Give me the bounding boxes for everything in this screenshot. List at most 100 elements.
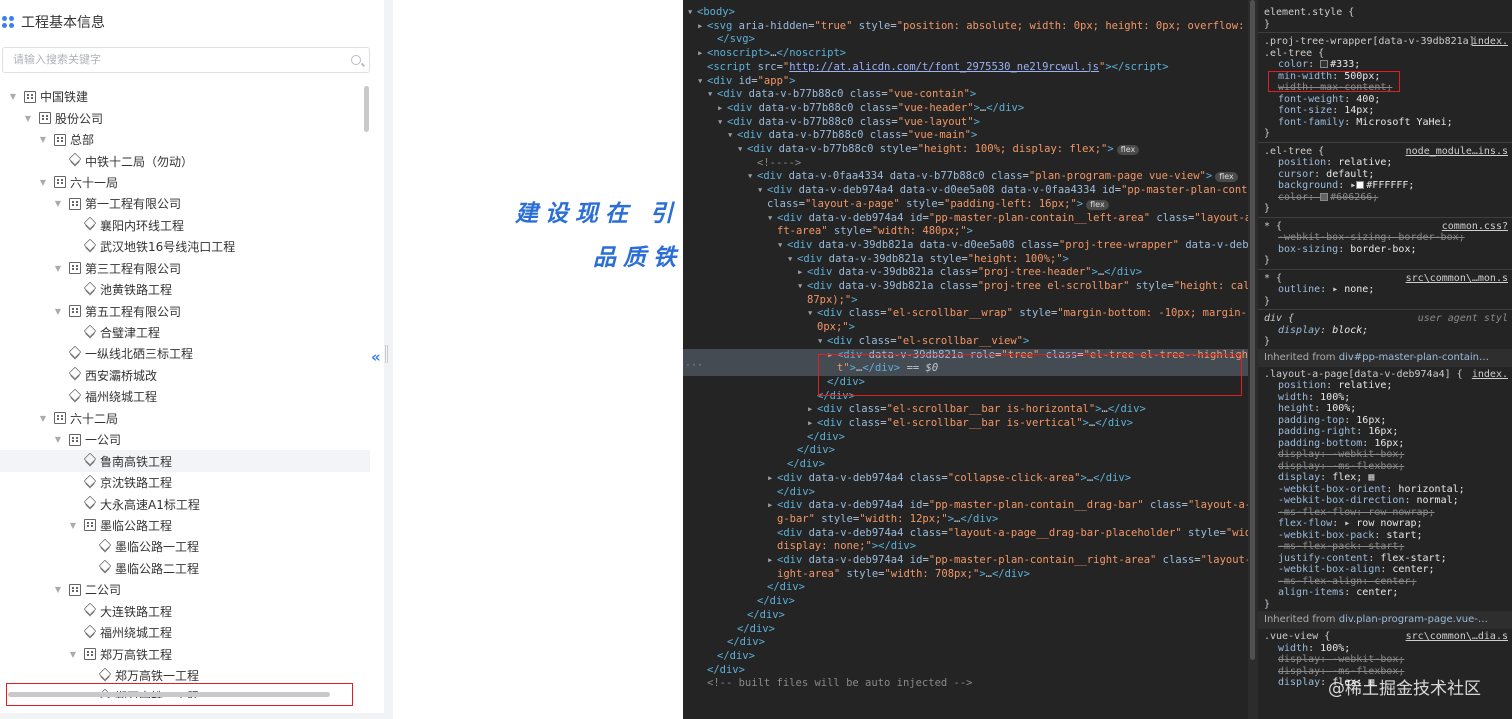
style-property[interactable]: cursor: default; — [1264, 169, 1508, 181]
dom-node-line[interactable]: <script src="http://at.alicdn.com/t/font… — [683, 61, 1248, 75]
dom-node-line[interactable]: </div> — [683, 623, 1248, 637]
style-property[interactable]: -webkit-box-orient: horizontal; — [1264, 484, 1508, 496]
drag-bar-handle[interactable] — [385, 345, 388, 363]
style-property[interactable]: padding-top: 16px; — [1264, 415, 1508, 427]
dom-node-line[interactable]: 87px);"> — [683, 294, 1248, 308]
tree-node[interactable]: ▶福州绕城工程 — [0, 386, 370, 407]
dom-node-line[interactable]: ▾ <div id="app"> — [683, 75, 1248, 89]
expand-caret-icon[interactable]: ▼ — [68, 521, 78, 530]
style-rule-selector[interactable]: } — [1264, 296, 1508, 308]
dom-node-line[interactable]: ▸ <div data-v-deb974a4 id="pp-master-plan… — [683, 499, 1248, 513]
tree-node[interactable]: ▼ 一公司 — [0, 429, 370, 450]
search-input[interactable]: 请输入搜索关键字 — [2, 47, 370, 73]
expand-caret-icon[interactable]: ▼ — [53, 307, 63, 316]
dom-node-line[interactable]: ▾ <div data-v-0faa4334 data-v-b77b88c0 cl… — [683, 170, 1248, 184]
dom-node-line[interactable]: </div> — [683, 636, 1248, 650]
expand-caret-icon[interactable]: ▼ — [53, 435, 63, 444]
dom-node-line[interactable]: ▾ <div data-v-39db821a class="proj-tree e… — [683, 280, 1248, 294]
style-property[interactable]: font-weight: 400; — [1264, 94, 1508, 106]
dom-node-line[interactable]: ▾ <div data-v-b77b88c0 class="vue-layout"… — [683, 116, 1248, 130]
dom-node-line[interactable]: ▾ <div data-v-b77b88c0 class="vue-main"> — [683, 129, 1248, 143]
style-rule-selector[interactable]: } — [1264, 128, 1508, 140]
dom-node-line[interactable]: g-bar" style="width: 12px;">…</div> — [683, 513, 1248, 527]
dom-node-line[interactable]: </div> — [683, 664, 1248, 678]
expand-caret-icon[interactable]: ▼ — [38, 178, 48, 187]
style-property[interactable]: position: relative; — [1264, 380, 1508, 392]
style-rule-selector[interactable]: .layout-a-page[data-v-deb974a4] {index. — [1264, 369, 1508, 381]
style-rule-selector[interactable]: .vue-view {src\common\…dia.s — [1264, 631, 1508, 643]
style-rule-selector[interactable]: .el-tree {node_module…ins.s — [1264, 146, 1508, 158]
dom-node-line[interactable]: ▸ <div data-v-deb974a4 class="collapse-cl… — [683, 472, 1248, 486]
style-rule-selector[interactable]: } — [1264, 203, 1508, 215]
dom-node-line[interactable]: ▾ <div data-v-deb974a4 id="pp-master-plan… — [683, 212, 1248, 226]
vertical-scrollbar[interactable] — [364, 86, 369, 132]
dom-node-line[interactable]: ▾ <div data-v-39db821a data-v-d0ee5a08 cl… — [683, 239, 1248, 253]
dom-node-line[interactable]: </div> — [683, 595, 1248, 609]
tree-node[interactable]: ▼ 中国铁建 — [0, 86, 370, 107]
dom-node-line[interactable]: </div> — [683, 431, 1248, 445]
dom-node-line[interactable]: ight-area" style="width: 708px;">…</div> — [683, 568, 1248, 582]
dom-node-line[interactable]: </div> — [683, 458, 1248, 472]
style-rule-selector[interactable]: } — [1264, 336, 1508, 348]
expand-caret-icon[interactable]: ▼ — [53, 264, 63, 273]
style-rule-selector[interactable]: * {common.css? — [1264, 221, 1508, 233]
tree-node[interactable]: ▶武汉地铁16号线沌口工程 — [0, 236, 370, 257]
tree-node[interactable]: ▶大连铁路工程 — [0, 601, 370, 622]
search-icon[interactable] — [351, 55, 361, 65]
style-property[interactable]: width: 100%; — [1264, 392, 1508, 404]
expand-caret-icon[interactable]: ▼ — [68, 650, 78, 659]
dom-node-line[interactable]: ▸ <div data-v-39db821a class="proj-tree-h… — [683, 266, 1248, 280]
expand-caret-icon[interactable]: ▼ — [38, 414, 48, 423]
style-property[interactable]: -ms-flex-pack: start; — [1264, 541, 1508, 553]
style-property[interactable]: display: -ms-flexbox; — [1264, 461, 1508, 473]
dom-node-line[interactable]: </div> — [683, 609, 1248, 623]
style-property[interactable]: padding-right: 16px; — [1264, 426, 1508, 438]
dom-node-line[interactable]: </svg> — [683, 33, 1248, 47]
style-property[interactable]: color: #333; — [1264, 59, 1508, 71]
tree-node[interactable]: ▼ 墨临公路工程 — [0, 515, 370, 536]
dom-node-line[interactable]: </div> — [683, 444, 1248, 458]
dom-node-line[interactable]: ▸ <div data-v-deb974a4 id="pp-master-plan… — [683, 554, 1248, 568]
more-options-icon[interactable]: ··· — [685, 360, 703, 371]
dom-node-line[interactable]: </div> — [683, 650, 1248, 664]
style-property[interactable]: font-size: 14px; — [1264, 105, 1508, 117]
expand-caret-icon[interactable]: ▼ — [23, 114, 33, 123]
tree-node[interactable]: ▼ 六十二局 — [0, 408, 370, 429]
tree-node[interactable]: ▶池黄铁路工程 — [0, 279, 370, 300]
style-rule-selector[interactable]: } — [1264, 19, 1508, 31]
dom-node-line[interactable]: ▾ <div data-v-deb974a4 data-v-d0ee5a08 da… — [683, 184, 1248, 198]
style-rule-selector[interactable]: .el-tree { — [1264, 48, 1508, 60]
dom-node-line[interactable]: ▸ <div class="el-scrollbar__bar is-horizo… — [683, 403, 1248, 417]
dom-node-line[interactable]: ▸ <noscript>…</noscript> — [683, 47, 1248, 61]
style-property[interactable]: background: ▸ #FFFFFF; — [1264, 180, 1508, 192]
dom-node-line[interactable]: <!----> — [683, 157, 1248, 171]
style-property[interactable]: justify-content: flex-start; — [1264, 553, 1508, 565]
collapse-sidebar-icon[interactable]: « — [371, 348, 381, 366]
tree-node[interactable]: ▶西安灞桥城改 — [0, 365, 370, 386]
tree-node[interactable]: ▶京沈铁路工程 — [0, 472, 370, 493]
style-rule-selector[interactable]: * {src\common\…mon.s — [1264, 273, 1508, 285]
tree-node[interactable]: ▶墨临公路二工程 — [0, 558, 370, 579]
tree-node[interactable]: ▼ 股份公司 — [0, 107, 370, 128]
style-property[interactable]: padding-bottom: 16px; — [1264, 438, 1508, 450]
style-property[interactable]: -webkit-box-align: center; — [1264, 564, 1508, 576]
style-property[interactable]: font-family: Microsoft YaHei; — [1264, 117, 1508, 129]
dom-node-line[interactable]: ▾ <div data-v-b77b88c0 style="height: 100… — [683, 143, 1248, 157]
dom-node-line[interactable]: display: none;"></div> — [683, 540, 1248, 554]
tree-node[interactable]: ▼ 二公司 — [0, 579, 370, 600]
tree-node[interactable]: ▼ 第五工程有限公司 — [0, 300, 370, 321]
dom-node-line[interactable]: ▾ <body> — [683, 6, 1248, 20]
dom-node-line[interactable]: ft-area" style="width: 480px;"> — [683, 225, 1248, 239]
style-property[interactable]: color: #606266; — [1264, 192, 1508, 204]
dom-node-line[interactable]: ▾ <div data-v-39db821a style="height: 100… — [683, 253, 1248, 267]
dom-node-line[interactable]: ▸ <div class="el-scrollbar__bar is-vertic… — [683, 417, 1248, 431]
expand-caret-icon[interactable]: ▼ — [38, 135, 48, 144]
style-rule-selector[interactable]: div {user agent styl — [1264, 313, 1508, 325]
dom-node-line[interactable]: ▾ <div data-v-b77b88c0 class="vue-contain… — [683, 88, 1248, 102]
expand-caret-icon[interactable]: ▼ — [53, 199, 63, 208]
dom-node-line[interactable]: ▸ <svg aria-hidden="true" style="position… — [683, 20, 1248, 34]
dom-node-line[interactable]: ▸ <div data-v-b77b88c0 class="vue-header"… — [683, 102, 1248, 116]
style-property[interactable]: -webkit-box-direction: normal; — [1264, 495, 1508, 507]
dom-node-line[interactable]: 0px;"> — [683, 321, 1248, 335]
style-property[interactable]: display: -webkit-box; — [1264, 449, 1508, 461]
